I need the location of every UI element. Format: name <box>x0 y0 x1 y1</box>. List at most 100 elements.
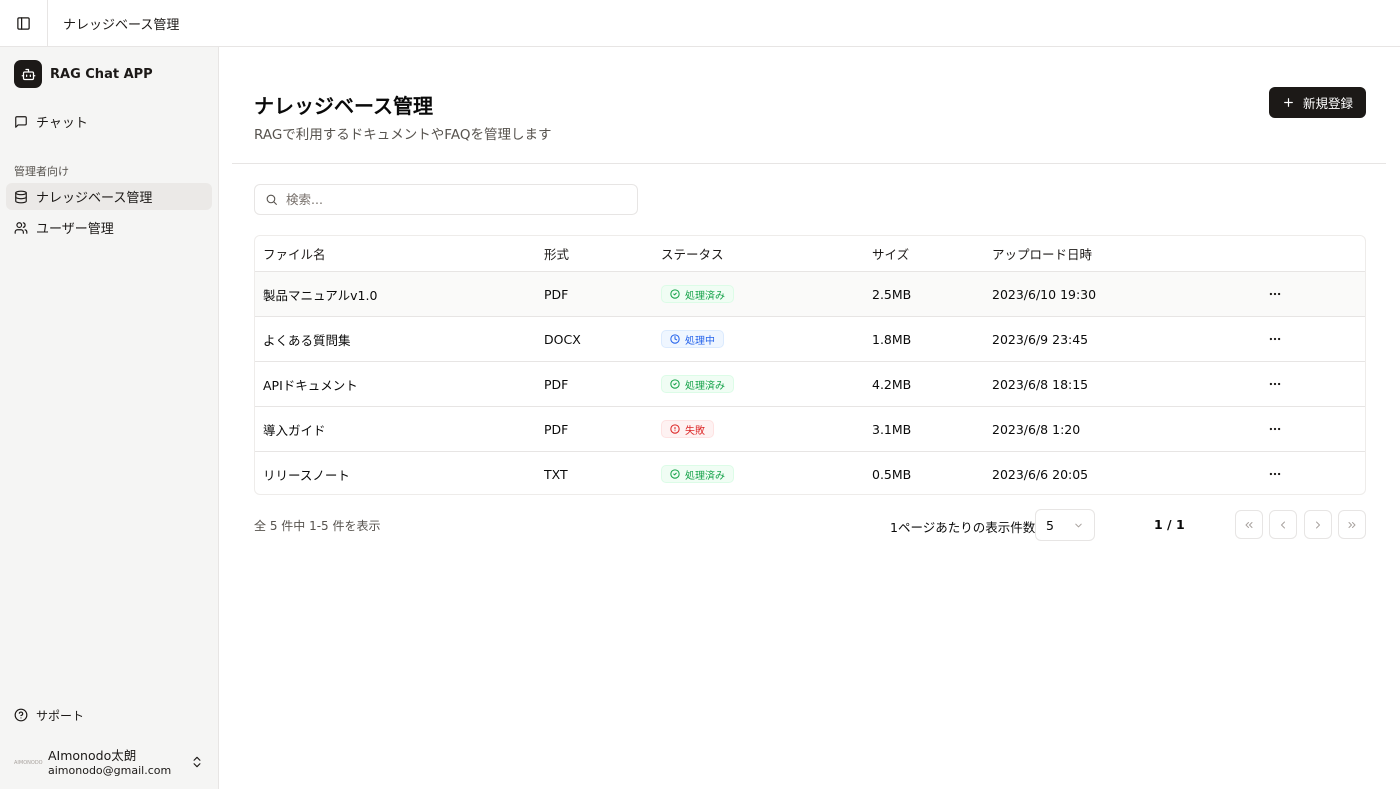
app-brand[interactable]: RAG Chat APP <box>14 60 153 88</box>
row-actions-button[interactable] <box>1260 377 1290 391</box>
cell-upload-date: 2023/6/10 19:30 <box>992 286 1097 302</box>
sidebar-section-label: 管理者向け <box>14 165 69 178</box>
row-actions-button[interactable] <box>1260 467 1290 481</box>
cell-file-name: 導入ガイド <box>263 422 326 438</box>
status-text: 失敗 <box>685 425 705 437</box>
sidebar-item-knowledge-base[interactable]: ナレッジベース管理 <box>6 183 212 210</box>
sidebar-toggle-button[interactable] <box>0 0 48 46</box>
table-header: ファイル名 形式 ステータス サイズ アップロード日時 <box>255 236 1365 271</box>
page-indicator: 1 / 1 <box>1154 517 1185 532</box>
cell-upload-date: 2023/6/6 20:05 <box>992 466 1089 482</box>
check-circle-icon <box>670 379 680 389</box>
status-text: 処理済み <box>685 470 725 482</box>
avatar: AIMONODO <box>14 760 43 766</box>
sidebar-item-chat[interactable]: チャット <box>6 108 212 135</box>
top-bar: ナレッジベース管理 <box>0 0 1400 47</box>
sidebar-panel-icon <box>17 16 30 30</box>
page-subtitle: RAGで利用するドキュメントやFAQを管理します <box>254 127 552 143</box>
new-register-button[interactable]: 新規登録 <box>1269 87 1366 118</box>
page-title: ナレッジベース管理 <box>254 94 433 118</box>
search-box[interactable] <box>254 184 638 215</box>
support-link[interactable]: サポート <box>6 702 212 728</box>
sidebar-item-label: チャット <box>36 116 88 131</box>
status-text: 処理済み <box>685 380 725 392</box>
row-actions-button[interactable] <box>1260 287 1290 301</box>
cell-format: DOCX <box>544 331 581 347</box>
message-square-icon <box>15 115 27 128</box>
sidebar-item-label: ユーザー管理 <box>36 222 114 237</box>
per-page-label: 1ページあたりの表示件数 <box>890 520 1036 535</box>
status-badge: 失敗 <box>661 420 714 438</box>
alert-circle-icon <box>670 424 680 434</box>
table-row[interactable]: よくある質問集 DOCX 処理中 1.8MB 2023/6/9 23:45 <box>255 316 1365 361</box>
check-circle-icon <box>670 469 680 479</box>
table-row[interactable]: リリースノート TXT 処理済み 0.5MB 2023/6/6 20:05 <box>255 451 1365 494</box>
user-email: aimonodo@gmail.com <box>48 764 172 777</box>
knowledge-table: ファイル名 形式 ステータス サイズ アップロード日時 製品マニュアルv1.0 … <box>254 235 1366 495</box>
column-header-format[interactable]: 形式 <box>544 244 661 263</box>
more-horizontal-icon <box>1269 382 1281 386</box>
prev-page-button[interactable] <box>1269 510 1297 539</box>
header-divider <box>232 163 1386 164</box>
cell-format: TXT <box>544 466 568 482</box>
chevron-down-icon <box>1075 523 1082 527</box>
user-menu[interactable]: AIMONODO AImonodo太朗 aimonodo@gmail.com <box>6 743 212 783</box>
column-header-size[interactable]: サイズ <box>872 244 992 263</box>
first-page-button[interactable] <box>1235 510 1263 539</box>
cell-upload-date: 2023/6/8 1:20 <box>992 421 1081 437</box>
status-text: 処理中 <box>685 335 715 347</box>
per-page-value: 5 <box>1046 517 1054 533</box>
chevrons-left-icon <box>1245 521 1253 528</box>
status-badge: 処理済み <box>661 465 734 483</box>
clock-icon <box>670 334 680 344</box>
column-header-status[interactable]: ステータス <box>661 244 872 263</box>
cell-file-name: 製品マニュアルv1.0 <box>263 287 378 303</box>
cell-size: 0.5MB <box>872 466 912 482</box>
users-icon <box>14 221 28 234</box>
check-circle-icon <box>670 289 680 299</box>
chevrons-right-icon <box>1348 521 1356 528</box>
row-actions-button[interactable] <box>1260 422 1290 436</box>
per-page-select[interactable]: 5 <box>1035 509 1095 541</box>
cell-size: 1.8MB <box>872 331 912 347</box>
more-horizontal-icon <box>1269 292 1281 296</box>
cell-format: PDF <box>544 286 569 302</box>
row-actions-button[interactable] <box>1260 332 1290 346</box>
table-row[interactable]: APIドキュメント PDF 処理済み 4.2MB 2023/6/8 18:15 <box>255 361 1365 406</box>
status-badge: 処理中 <box>661 330 724 348</box>
sidebar-item-users[interactable]: ユーザー管理 <box>6 214 212 241</box>
search-icon <box>266 194 277 205</box>
bot-icon <box>14 60 42 88</box>
cell-format: PDF <box>544 421 569 437</box>
table-row[interactable]: 導入ガイド PDF 失敗 3.1MB 2023/6/8 1:20 <box>255 406 1365 451</box>
breadcrumb: ナレッジベース管理 <box>63 17 180 33</box>
status-badge: 処理済み <box>661 285 734 303</box>
more-horizontal-icon <box>1269 337 1281 341</box>
app-name: RAG Chat APP <box>50 66 153 82</box>
more-horizontal-icon <box>1269 427 1281 431</box>
cell-upload-date: 2023/6/9 23:45 <box>992 331 1089 347</box>
column-header-date[interactable]: アップロード日時 <box>992 244 1260 263</box>
cell-file-name: よくある質問集 <box>263 332 351 348</box>
more-horizontal-icon <box>1269 472 1281 476</box>
cell-file-name: リリースノート <box>263 467 350 483</box>
cell-file-name: APIドキュメント <box>263 377 358 393</box>
user-name: AImonodo太朗 <box>48 748 137 763</box>
cell-size: 4.2MB <box>872 376 912 392</box>
column-header-name[interactable]: ファイル名 <box>255 244 544 263</box>
table-row[interactable]: 製品マニュアルv1.0 PDF 処理済み 2.5MB 2023/6/10 19:… <box>255 271 1365 316</box>
main-content: ナレッジベース管理 RAGで利用するドキュメントやFAQを管理します 新規登録 … <box>219 47 1400 789</box>
next-page-button[interactable] <box>1304 510 1332 539</box>
database-icon <box>15 190 27 203</box>
support-label: サポート <box>36 708 85 723</box>
status-badge: 処理済み <box>661 375 734 393</box>
chevrons-up-down-icon <box>193 756 201 768</box>
last-page-button[interactable] <box>1338 510 1366 539</box>
cell-size: 3.1MB <box>872 421 912 437</box>
sidebar-item-label: ナレッジベース管理 <box>36 191 153 206</box>
status-text: 処理済み <box>685 290 725 302</box>
chevron-right-icon <box>1316 521 1320 528</box>
plus-icon <box>1284 98 1293 107</box>
chevron-left-icon <box>1281 521 1285 528</box>
search-input[interactable] <box>286 192 616 207</box>
